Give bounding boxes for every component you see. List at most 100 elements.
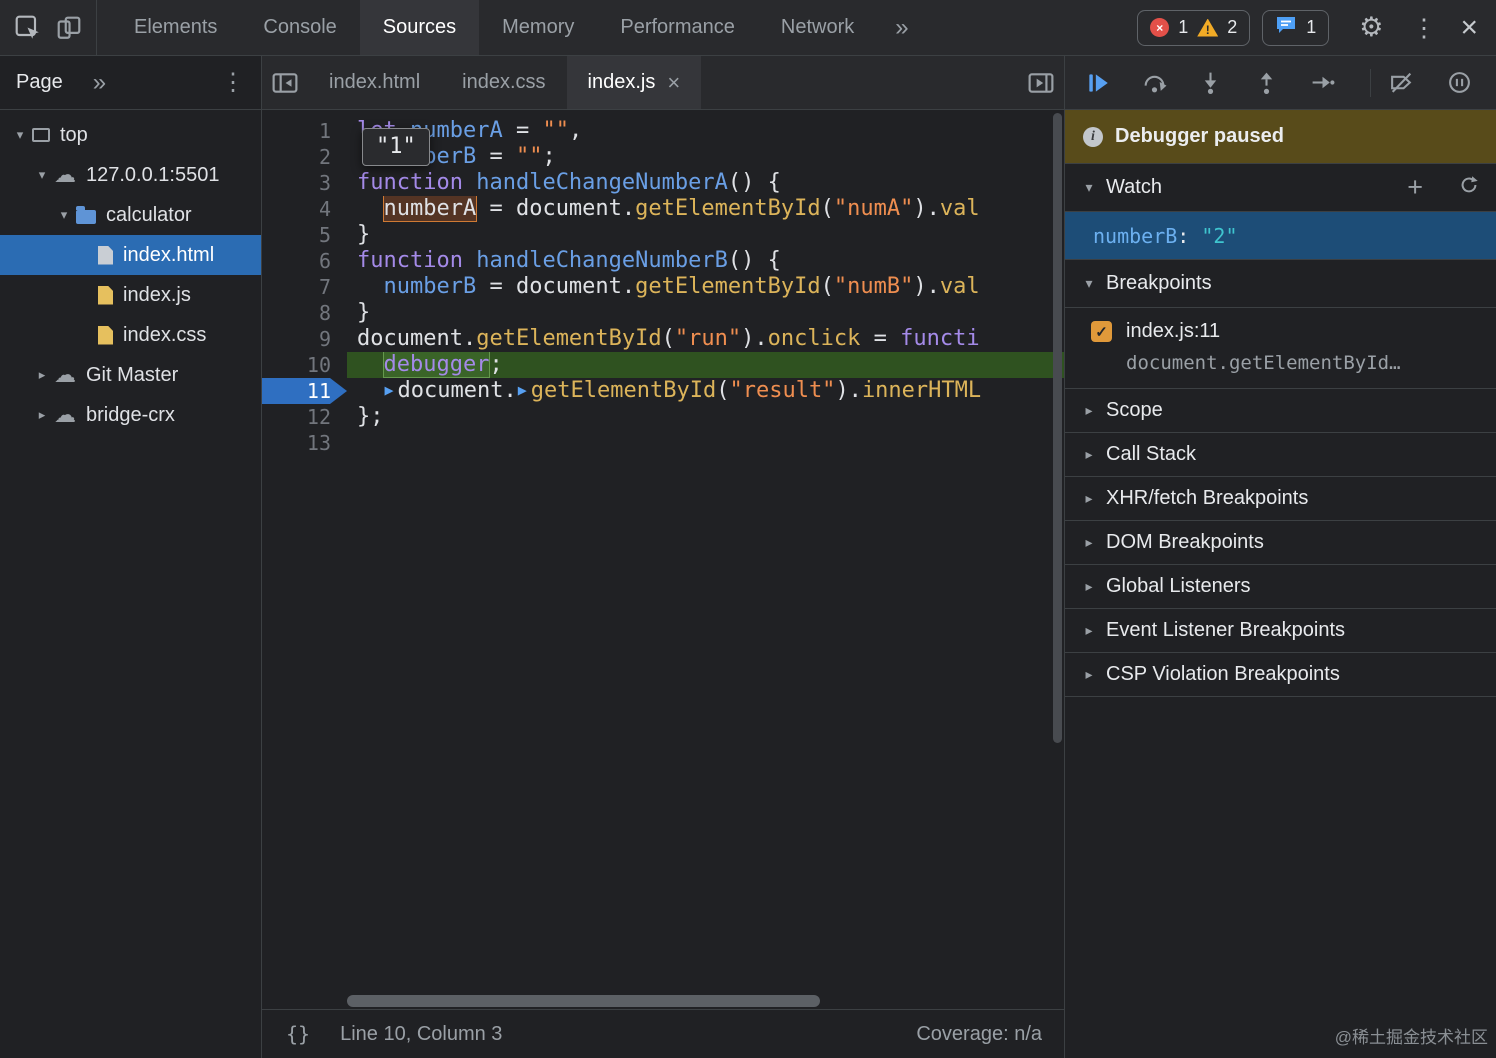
editor-tab-list: index.htmlindex.cssindex.js× (308, 56, 701, 109)
step-out-icon[interactable] (1254, 70, 1279, 95)
navigator-menu-icon[interactable]: ⋮ (221, 68, 245, 97)
code-line-text: ▶document.▶getElementById("result").inne… (347, 378, 1064, 404)
tree-item-label: index.css (123, 324, 206, 347)
tree-item-label: index.html (123, 244, 214, 267)
breakpoints-section-title: Breakpoints (1106, 272, 1212, 295)
tree-item-index-html[interactable]: index.html (0, 235, 261, 275)
section-csp-violation-breakpoints[interactable]: ▸CSP Violation Breakpoints (1065, 653, 1496, 697)
section-call-stack[interactable]: ▸Call Stack (1065, 433, 1496, 477)
line-number[interactable]: 9 (262, 326, 347, 352)
editor-tab-index-css[interactable]: index.css (441, 56, 566, 109)
main-toolbar: ElementsConsoleSourcesMemoryPerformanceN… (0, 0, 1496, 56)
code-line-3: 3function handleChangeNumberA() { (262, 170, 1064, 196)
step-into-icon[interactable] (1198, 70, 1223, 95)
chevron-down-icon[interactable]: ▾ (8, 127, 32, 143)
code-editor[interactable]: 1let numberA = "",2 numberB = "";3functi… (262, 110, 1064, 993)
tab-sources[interactable]: Sources (360, 0, 479, 55)
tab-performance[interactable]: Performance (597, 0, 758, 55)
tree-item-label: index.js (123, 284, 191, 307)
chevron-down-icon[interactable]: ▾ (52, 207, 76, 223)
section-scope[interactable]: ▸Scope (1065, 389, 1496, 433)
inspect-icon[interactable] (14, 14, 42, 42)
tree-item-127-0-0-1-5501[interactable]: ▾127.0.0.1:5501 (0, 155, 261, 195)
refresh-watch-icon[interactable] (1458, 174, 1480, 202)
folder-icon (76, 210, 96, 224)
editor-panel: index.htmlindex.cssindex.js× 1let number… (262, 56, 1065, 1058)
close-icon[interactable]: × (1460, 11, 1478, 45)
code-line-text: } (347, 300, 1064, 326)
breakpoint-snippet: document.getElementById… (1126, 352, 1478, 374)
tree-item-index-js[interactable]: index.js (0, 275, 261, 315)
chevron-right-icon[interactable]: ▸ (30, 407, 54, 423)
navigator-more-tabs-icon[interactable]: » (93, 69, 106, 97)
line-number[interactable]: 6 (262, 248, 347, 274)
section-xhr-fetch-breakpoints[interactable]: ▸XHR/fetch Breakpoints (1065, 477, 1496, 521)
line-number[interactable]: 12 (262, 404, 347, 430)
tree-item-calculator[interactable]: ▾calculator (0, 195, 261, 235)
line-number[interactable]: 7 (262, 274, 347, 300)
pause-on-exceptions-icon[interactable] (1447, 70, 1472, 95)
editor-tab-index-html[interactable]: index.html (308, 56, 441, 109)
horizontal-scrollbar-thumb[interactable] (347, 995, 820, 1007)
breakpoint-checkbox[interactable]: ✓ (1091, 321, 1112, 342)
tab-elements[interactable]: Elements (111, 0, 240, 55)
line-number[interactable]: 3 (262, 170, 347, 196)
device-toolbar-icon[interactable] (56, 15, 82, 41)
code-line-10: 10 debugger; (262, 352, 1064, 378)
line-number[interactable]: 13 (262, 430, 347, 456)
cloud-icon (54, 164, 76, 186)
deactivate-breakpoints-icon[interactable] (1389, 70, 1414, 95)
vertical-scrollbar-thumb[interactable] (1053, 113, 1062, 743)
kebab-menu-icon[interactable]: ⋮ (1411, 13, 1436, 43)
breakpoints-section-header[interactable]: ▾ Breakpoints (1065, 260, 1496, 308)
panel-expand-icon[interactable] (1018, 56, 1064, 109)
resume-script-icon[interactable] (1085, 70, 1111, 96)
tab-console[interactable]: Console (240, 0, 359, 55)
more-tabs-icon[interactable]: » (895, 14, 908, 42)
settings-gear-icon[interactable]: ⚙ (1359, 12, 1383, 43)
code-line-text: function handleChangeNumberB() { (347, 248, 1064, 274)
tab-network[interactable]: Network (758, 0, 877, 55)
section-global-listeners[interactable]: ▸Global Listeners (1065, 565, 1496, 609)
watch-item[interactable]: numberB: "2" (1065, 212, 1496, 260)
section-dom-breakpoints[interactable]: ▸DOM Breakpoints (1065, 521, 1496, 565)
cloud-icon (54, 404, 76, 426)
line-number[interactable]: 8 (262, 300, 347, 326)
horizontal-scrollbar[interactable] (262, 993, 1064, 1009)
add-watch-icon[interactable]: + (1407, 172, 1423, 203)
breakpoint-location[interactable]: index.js:11 (1126, 320, 1220, 343)
code-line-text: let numberA = "", (347, 118, 1064, 144)
tree-item-bridge-crx[interactable]: ▸bridge-crx (0, 395, 261, 435)
pretty-print-icon[interactable]: {} (286, 1022, 310, 1046)
errors-warnings-badge[interactable]: × 1 ! 2 (1137, 10, 1250, 46)
tree-item-git-master[interactable]: ▸Git Master (0, 355, 261, 395)
section-event-listener-breakpoints[interactable]: ▸Event Listener Breakpoints (1065, 609, 1496, 653)
line-number[interactable]: 4 (262, 196, 347, 222)
debugger-paused-banner: i Debugger paused (1065, 110, 1496, 164)
chevron-down-icon[interactable]: ▾ (30, 167, 54, 183)
code-line-11: 11 ▶document.▶getElementById("result").i… (262, 378, 1064, 404)
close-tab-icon[interactable]: × (667, 70, 680, 96)
editor-tab-index-js[interactable]: index.js× (567, 56, 702, 109)
line-number[interactable]: 10 (262, 352, 347, 378)
section-label: Global Listeners (1106, 575, 1251, 598)
watch-value: "2" (1201, 224, 1237, 248)
tree-item-top[interactable]: ▾ top (0, 115, 261, 155)
tree-item-index-css[interactable]: index.css (0, 315, 261, 355)
step-over-icon[interactable] (1142, 70, 1167, 95)
chevron-right-icon[interactable]: ▸ (30, 367, 54, 383)
tab-memory[interactable]: Memory (479, 0, 597, 55)
line-number[interactable]: 1 (262, 118, 347, 144)
watch-section-header[interactable]: ▾ Watch + (1065, 164, 1496, 212)
tree-item-label: top (60, 124, 88, 147)
chevron-right-icon: ▸ (1081, 402, 1097, 419)
navigator-toggle-icon[interactable] (262, 56, 308, 109)
step-icon[interactable] (1310, 70, 1335, 95)
breakpoint-marker[interactable]: 11 (262, 378, 347, 404)
code-line-9: 9document.getElementById("run").onclick … (262, 326, 1064, 352)
line-number[interactable]: 2 (262, 144, 347, 170)
value-tooltip: "1" (362, 128, 430, 166)
tab-page[interactable]: Page (16, 71, 63, 94)
issues-badge[interactable]: 1 (1262, 10, 1329, 46)
line-number[interactable]: 5 (262, 222, 347, 248)
